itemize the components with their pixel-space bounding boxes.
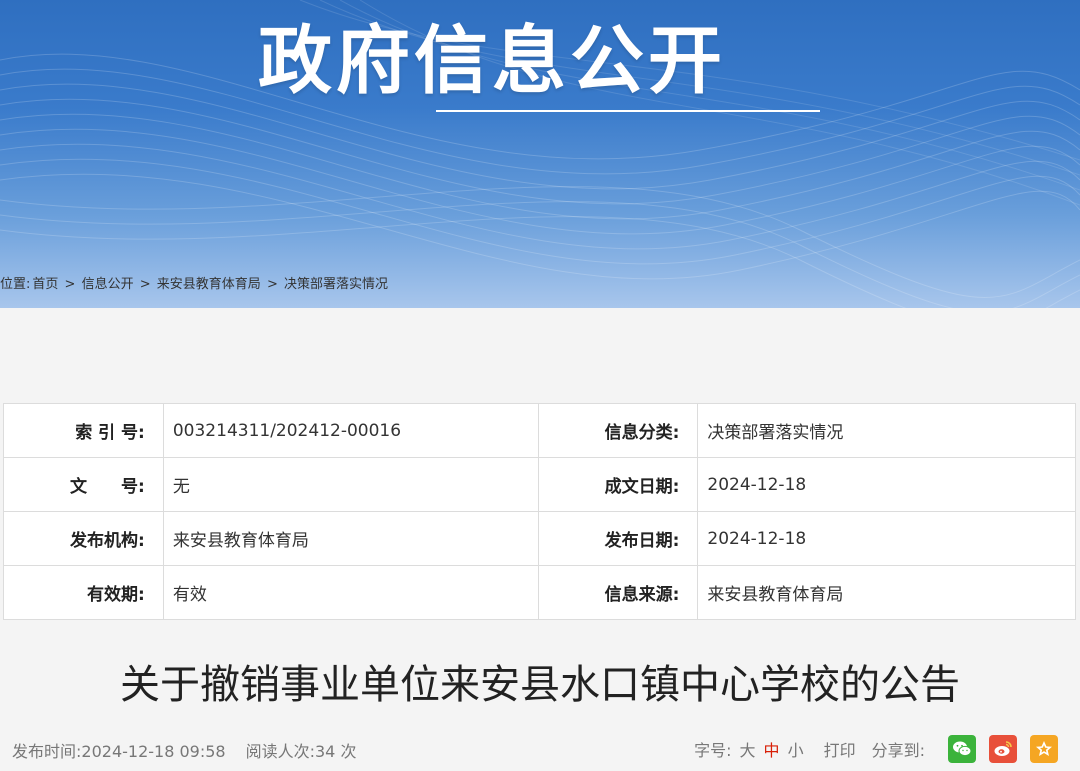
meta-label-index: 索 引 号: [3, 403, 164, 458]
meta-value-doc-number: 无 [162, 457, 539, 512]
breadcrumb-prefix: 位置: [0, 277, 31, 292]
breadcrumb-item-current[interactable]: 决策部署落实情况 [284, 277, 388, 292]
meta-value-source: 来安县教育体育局 [697, 565, 1076, 620]
meta-value-validity: 有效 [162, 565, 539, 620]
share-label: 分享到: [871, 741, 925, 760]
banner: 政府信息公开 位置: 首页 > 信息公开 > 来安县教育体育局 > 决策部署落实情… [0, 0, 1080, 308]
article-tools: 字号: 大 中 小 打印 分享到: [694, 734, 1058, 764]
breadcrumb-separator: > [266, 277, 278, 292]
meta-value-publish-date: 2024-12-18 [697, 511, 1076, 566]
breadcrumb-separator: > [64, 277, 76, 292]
font-size-small-button[interactable]: 小 [788, 737, 804, 761]
favorite-icon[interactable] [1030, 735, 1058, 763]
banner-title-underline [436, 110, 820, 112]
meta-value-publisher: 来安县教育体育局 [162, 511, 539, 566]
breadcrumb-item-info[interactable]: 信息公开 [82, 277, 134, 292]
wechat-icon[interactable] [948, 735, 976, 763]
font-size-large-button[interactable]: 大 [740, 737, 756, 761]
article-title: 关于撤销事业单位来安县水口镇中心学校的公告 [120, 662, 960, 708]
table-row: 索 引 号: 003214311/202412-00016 信息分类: 决策部署… [3, 403, 1076, 458]
meta-label-doc-number: 文 号: [3, 457, 164, 512]
publish-time-label: 发布时间: [12, 742, 82, 761]
article-info-bar: 发布时间:2024-12-18 09:58 阅读人次:34 次 字号: 大 中 小… [0, 734, 1080, 766]
meta-value-category: 决策部署落实情况 [697, 403, 1076, 458]
meta-label-category: 信息分类: [537, 403, 699, 458]
info-meta-table: 索 引 号: 003214311/202412-00016 信息分类: 决策部署… [3, 403, 1076, 620]
meta-label-source: 信息来源: [537, 565, 699, 620]
table-row: 文 号: 无 成文日期: 2024-12-18 [3, 457, 1076, 512]
table-row: 有效期: 有效 信息来源: 来安县教育体育局 [3, 565, 1076, 620]
meta-value-index: 003214311/202412-00016 [162, 403, 539, 458]
font-size-medium-button[interactable]: 中 [764, 737, 780, 761]
meta-label-publisher: 发布机构: [3, 511, 164, 566]
table-row: 发布机构: 来安县教育体育局 发布日期: 2024-12-18 [3, 511, 1076, 566]
article-meta: 发布时间:2024-12-18 09:58 阅读人次:34 次 [12, 738, 356, 762]
views-label: 阅读人次: [245, 742, 315, 761]
meta-label-written-date: 成文日期: [537, 457, 699, 512]
banner-title: 政府信息公开 [258, 18, 726, 104]
print-button[interactable]: 打印 [824, 737, 856, 761]
breadcrumb: 位置: 首页 > 信息公开 > 来安县教育体育局 > 决策部署落实情况 [0, 276, 390, 294]
breadcrumb-item-bureau[interactable]: 来安县教育体育局 [157, 277, 261, 292]
publish-time: 2024-12-18 09:58 [81, 742, 226, 761]
views-count: 34 次 [315, 742, 357, 761]
meta-label-publish-date: 发布日期: [537, 511, 699, 566]
weibo-icon[interactable] [989, 735, 1017, 763]
meta-label-validity: 有效期: [3, 565, 164, 620]
breadcrumb-separator: > [139, 277, 151, 292]
breadcrumb-item-home[interactable]: 首页 [32, 277, 58, 292]
meta-value-written-date: 2024-12-18 [697, 457, 1076, 512]
font-size-label: 字号: [694, 741, 732, 760]
